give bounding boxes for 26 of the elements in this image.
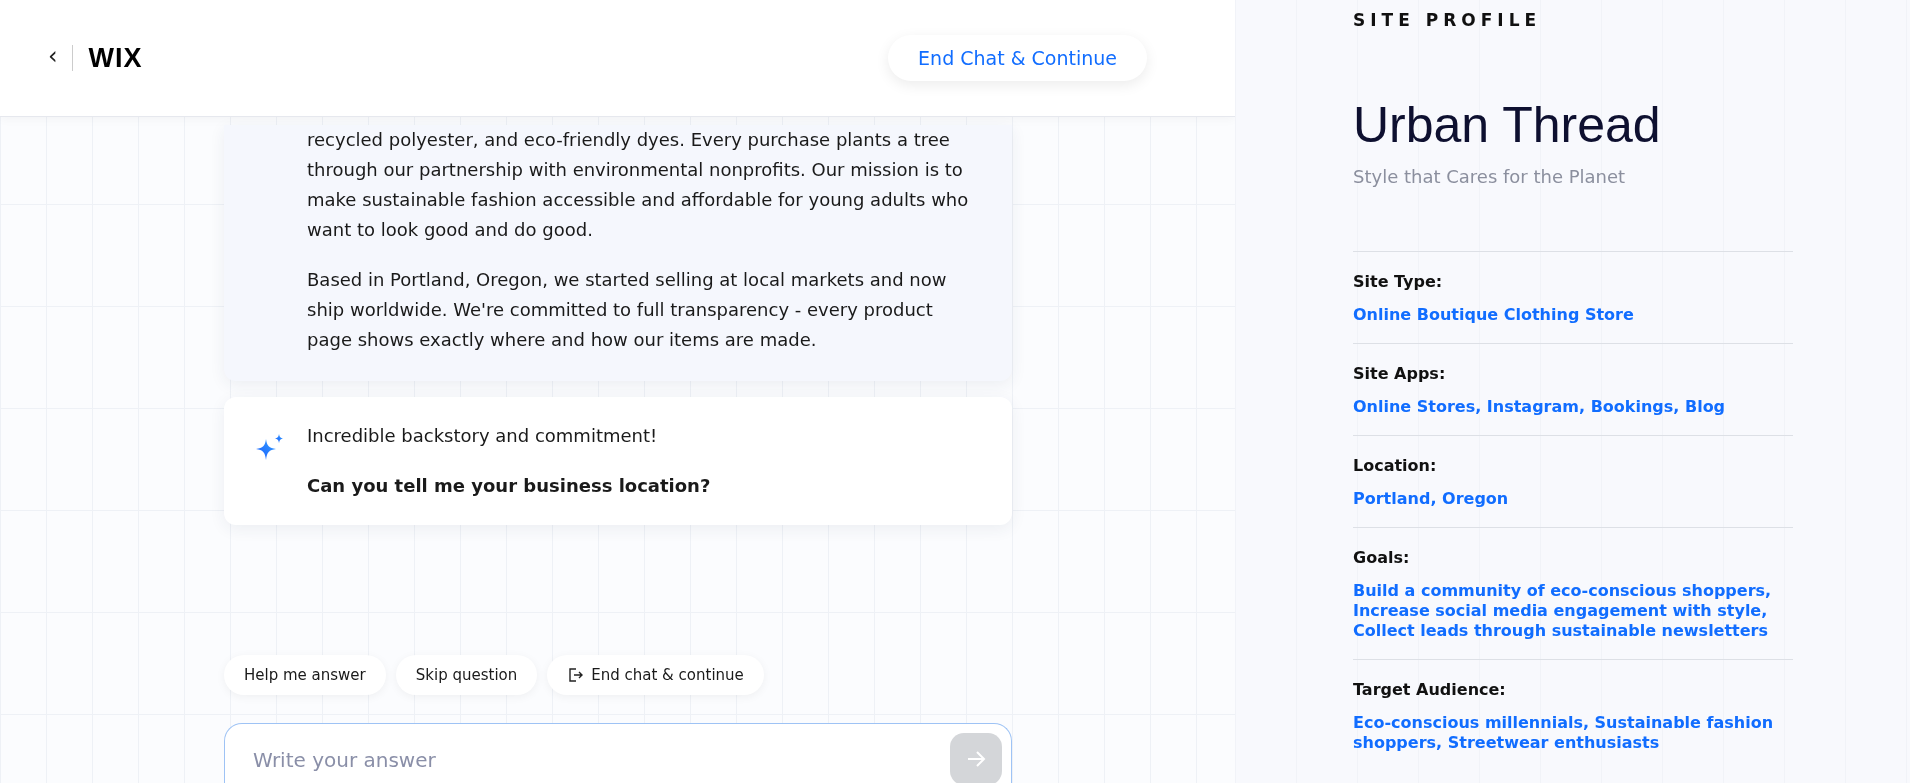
message-text: recycled polyester, and eco-friendly dyes. Every purchase plants a tree through our partnership with environmental nonprofits. Our mission is to make sustainable fashion accessible and affordable for young adults who want to look good and do good. xyxy=(307,128,970,242)
panel-heading: SITE PROFILE xyxy=(1353,10,1543,30)
field-value: Online Boutique Clothing Store xyxy=(1353,305,1635,325)
exit-icon xyxy=(567,667,584,683)
message-text: Incredible backstory and commitment! xyxy=(307,424,659,448)
site-name: Urban Thread xyxy=(1353,96,1662,154)
back-button[interactable]: ‹ xyxy=(48,45,73,71)
logo: WIX xyxy=(88,42,143,74)
field-label: Site Type: xyxy=(1353,272,1444,291)
answer-field[interactable]: Write your answer xyxy=(224,723,1012,783)
field-label: Goals: xyxy=(1353,548,1411,567)
field-label: Location: xyxy=(1353,456,1438,475)
end-chat-button[interactable]: End Chat & Continue xyxy=(888,35,1147,81)
message-text: Based in Portland, Oregon, we started selling at local markets and now ship worldwide. We're committed to full transparency - every product page shows exactly where and how our items are made. xyxy=(307,268,948,352)
field-label: Site Apps: xyxy=(1353,364,1447,383)
send-button[interactable] xyxy=(950,733,1002,783)
suggestion-chip[interactable]: Skip question xyxy=(395,655,538,695)
field-value: Portland, Oregon xyxy=(1353,489,1510,509)
field-label: Target Audience: xyxy=(1353,680,1507,699)
field-value: Eco-conscious millennials, Sustainable fashion shoppers, Streetwear enthusiasts xyxy=(1353,713,1775,753)
suggestion-chip[interactable]: Help me answer xyxy=(224,655,386,695)
field-value: Build a community of eco-conscious shoppers, Increase social media engagement with style, Collect leads through sustainable newsletters xyxy=(1353,581,1773,641)
suggestion-chip[interactable]: End chat & continue xyxy=(547,655,764,695)
message-text: Can you tell me your business location? xyxy=(307,474,712,498)
field-value: Online Stores, Instagram, Bookings, Blog xyxy=(1353,397,1727,417)
site-tagline: Style that Cares for the Planet xyxy=(1353,166,1627,187)
